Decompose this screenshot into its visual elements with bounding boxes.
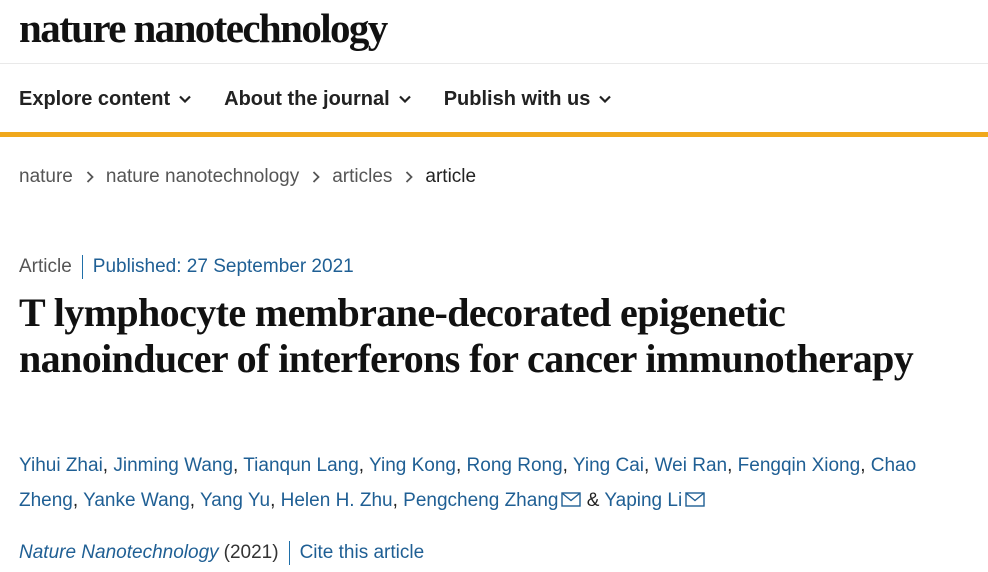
meta-divider bbox=[81, 255, 83, 279]
breadcrumb: nature nature nanotechnology articles ar… bbox=[19, 163, 476, 191]
nav-explore-content-label: Explore content bbox=[19, 87, 171, 110]
author-separator: , bbox=[233, 455, 244, 476]
main-nav: Explore content About the journal Publis… bbox=[19, 84, 644, 114]
published-date: Published: 27 September 2021 bbox=[92, 256, 354, 277]
nav-explore-content[interactable]: Explore content bbox=[19, 88, 191, 111]
cite-this-article-link[interactable]: Cite this article bbox=[300, 542, 425, 564]
chevron-down-icon bbox=[398, 95, 411, 103]
author-separator: , bbox=[72, 490, 84, 511]
author-link[interactable]: Jinming Wang bbox=[113, 455, 233, 476]
nav-about-the-journal-label: About the journal bbox=[224, 87, 390, 110]
author-separator: , bbox=[358, 455, 369, 476]
breadcrumb-item-nature[interactable]: nature bbox=[19, 166, 73, 188]
author-link[interactable]: Tianqun Lang bbox=[243, 455, 359, 476]
nav-publish-with-us[interactable]: Publish with us bbox=[444, 88, 612, 111]
author-separator: , bbox=[727, 455, 738, 476]
breadcrumb-item-articles[interactable]: articles bbox=[332, 166, 392, 188]
chevron-right-icon bbox=[86, 171, 94, 183]
article-type: Article bbox=[19, 256, 72, 277]
author-separator: , bbox=[392, 490, 404, 511]
author-separator: , bbox=[189, 490, 200, 511]
author-link[interactable]: Ying Kong bbox=[369, 455, 456, 476]
author-link[interactable]: Rong Rong bbox=[467, 455, 563, 476]
author-link[interactable]: Wei Ran bbox=[655, 455, 728, 476]
author-link[interactable]: Yanke Wang bbox=[83, 490, 190, 511]
email-icon[interactable] bbox=[685, 484, 705, 519]
author-separator: , bbox=[860, 455, 871, 476]
chevron-down-icon bbox=[179, 95, 191, 103]
citation-divider bbox=[288, 541, 290, 565]
author-link[interactable]: Fengqin Xiong bbox=[738, 455, 861, 476]
journal-name-link[interactable]: Nature Nanotechnology bbox=[19, 542, 219, 564]
author-list: Yihui Zhai, Jinming Wang, Tianqun Lang, … bbox=[19, 448, 974, 519]
breadcrumb-item-journal[interactable]: nature nanotechnology bbox=[106, 166, 299, 188]
author-link[interactable]: Yang Yu bbox=[200, 490, 270, 511]
journal-logo[interactable]: nature nanotechnology bbox=[19, 4, 388, 52]
header-divider bbox=[0, 63, 988, 64]
article-meta: Article Published: 27 September 2021 bbox=[19, 254, 354, 280]
author-separator: , bbox=[455, 455, 467, 476]
author-link[interactable]: Ying Cai bbox=[573, 455, 644, 476]
author-link[interactable]: Helen H. Zhu bbox=[281, 490, 393, 511]
author-separator: , bbox=[562, 455, 573, 476]
author-link[interactable]: Pengcheng Zhang bbox=[403, 490, 558, 511]
author-separator: , bbox=[102, 455, 114, 476]
chevron-right-icon bbox=[405, 171, 414, 183]
chevron-down-icon bbox=[599, 95, 612, 103]
nav-publish-with-us-label: Publish with us bbox=[443, 87, 591, 110]
email-icon[interactable] bbox=[561, 484, 582, 519]
breadcrumb-item-current: article bbox=[425, 166, 477, 187]
citation-line: Nature Nanotechnology (2021) Cite this a… bbox=[19, 540, 424, 566]
accent-rule bbox=[0, 132, 988, 137]
nav-about-the-journal[interactable]: About the journal bbox=[224, 88, 411, 111]
author-link[interactable]: Yaping Li bbox=[604, 490, 682, 511]
chevron-right-icon bbox=[312, 171, 320, 183]
author-separator: , bbox=[644, 455, 655, 476]
article-title: T lymphocyte membrane-decorated epigenet… bbox=[19, 290, 914, 381]
author-ampersand: & bbox=[586, 490, 600, 511]
author-separator: , bbox=[270, 490, 281, 511]
author-link[interactable]: Yihui Zhai bbox=[19, 455, 103, 476]
publication-year: (2021) bbox=[223, 542, 279, 563]
